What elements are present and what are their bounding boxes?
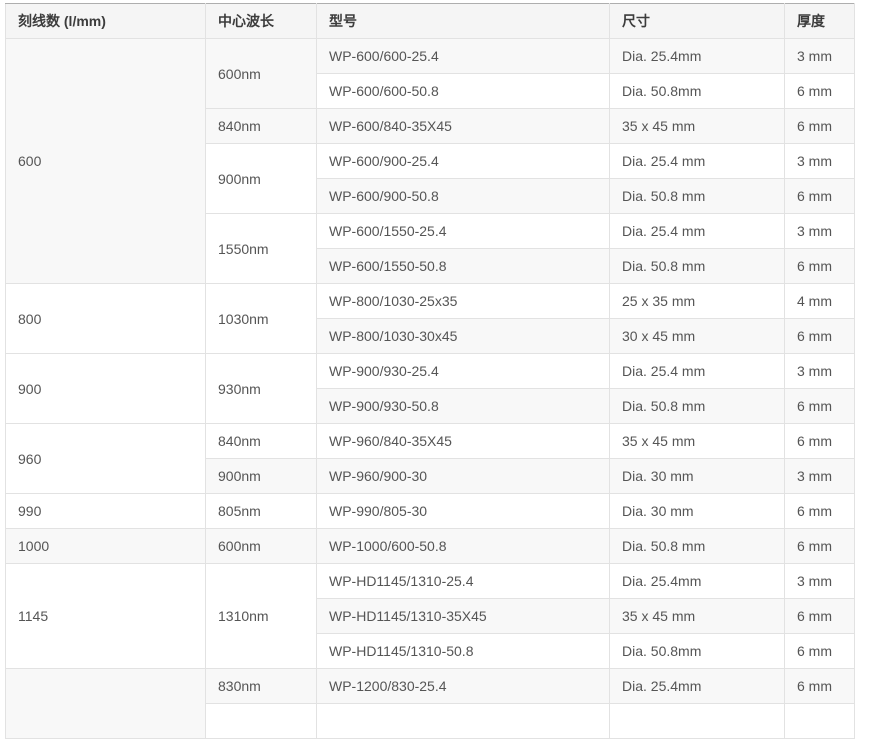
cell-size: Dia. 50.8 mm bbox=[610, 249, 785, 284]
table-row: 600600nmWP-600/600-25.4Dia. 25.4mm3 mm bbox=[6, 39, 855, 74]
cell-thickness: 3 mm bbox=[785, 39, 855, 74]
column-header-lines: 刻线数 (l/mm) bbox=[6, 4, 206, 39]
cell-size: 25 x 35 mm bbox=[610, 284, 785, 319]
cell-model: WP-1000/600-50.8 bbox=[317, 529, 610, 564]
spec-table-container: 刻线数 (l/mm)中心波长型号尺寸厚度 600600nmWP-600/600-… bbox=[0, 0, 871, 739]
grating-spec-table: 刻线数 (l/mm)中心波长型号尺寸厚度 600600nmWP-600/600-… bbox=[5, 3, 855, 739]
header-row: 刻线数 (l/mm)中心波长型号尺寸厚度 bbox=[6, 4, 855, 39]
cell-thickness: 3 mm bbox=[785, 214, 855, 249]
column-header-wavelength: 中心波长 bbox=[206, 4, 317, 39]
cell-size: Dia. 30 mm bbox=[610, 459, 785, 494]
cell-size: Dia. 25.4mm bbox=[610, 39, 785, 74]
cell-thickness: 6 mm bbox=[785, 109, 855, 144]
cell-lines: 1145 bbox=[6, 564, 206, 669]
cell-thickness: 6 mm bbox=[785, 634, 855, 669]
cell-model: WP-HD1145/1310-50.8 bbox=[317, 634, 610, 669]
cell-wavelength: 840nm bbox=[206, 109, 317, 144]
cell-thickness: 3 mm bbox=[785, 354, 855, 389]
cell-lines: 600 bbox=[6, 39, 206, 284]
cell-thickness: 3 mm bbox=[785, 144, 855, 179]
cell-thickness: 6 mm bbox=[785, 249, 855, 284]
cell-wavelength: 1030nm bbox=[206, 284, 317, 354]
cell-thickness: 3 mm bbox=[785, 564, 855, 599]
table-row: 900930nmWP-900/930-25.4Dia. 25.4 mm3 mm bbox=[6, 354, 855, 389]
cell-model: WP-HD1145/1310-35X45 bbox=[317, 599, 610, 634]
cell-size: Dia. 50.8mm bbox=[610, 634, 785, 669]
cell-size: Dia. 25.4mm bbox=[610, 564, 785, 599]
column-header-size: 尺寸 bbox=[610, 4, 785, 39]
cell-model: WP-1200/830-25.4 bbox=[317, 669, 610, 704]
cell-thickness: 3 mm bbox=[785, 459, 855, 494]
cell-size: Dia. 25.4mm bbox=[610, 669, 785, 704]
cell-size: Dia. 25.4 mm bbox=[610, 214, 785, 249]
cell-thickness: 6 mm bbox=[785, 74, 855, 109]
cell-wavelength: 830nm bbox=[206, 669, 317, 704]
cell-size: 35 x 45 mm bbox=[610, 424, 785, 459]
cell-model: WP-990/805-30 bbox=[317, 494, 610, 529]
cell-model: WP-600/600-50.8 bbox=[317, 74, 610, 109]
cell-lines: 800 bbox=[6, 284, 206, 354]
cell-thickness: 6 mm bbox=[785, 669, 855, 704]
cell-size: Dia. 25.4 mm bbox=[610, 144, 785, 179]
cell-model: WP-600/900-25.4 bbox=[317, 144, 610, 179]
cell-thickness: 6 mm bbox=[785, 179, 855, 214]
cell-size: Dia. 50.8 mm bbox=[610, 529, 785, 564]
cell-size: Dia. 30 mm bbox=[610, 494, 785, 529]
table-row: 830nmWP-1200/830-25.4Dia. 25.4mm6 mm bbox=[6, 669, 855, 704]
cell-model: WP-600/840-35X45 bbox=[317, 109, 610, 144]
column-header-model: 型号 bbox=[317, 4, 610, 39]
cell-thickness: 6 mm bbox=[785, 599, 855, 634]
cell-wavelength: 600nm bbox=[206, 529, 317, 564]
cell-size: 30 x 45 mm bbox=[610, 319, 785, 354]
cell-wavelength: 840nm bbox=[206, 424, 317, 459]
cell-thickness: 6 mm bbox=[785, 389, 855, 424]
cell-model: WP-900/930-50.8 bbox=[317, 389, 610, 424]
cell-thickness: 6 mm bbox=[785, 529, 855, 564]
cell-size: Dia. 50.8mm bbox=[610, 74, 785, 109]
cell-wavelength: 900nm bbox=[206, 144, 317, 214]
cell-wavelength: 600nm bbox=[206, 39, 317, 109]
cell-wavelength: 1310nm bbox=[206, 564, 317, 669]
table-row: 990805nmWP-990/805-30Dia. 30 mm6 mm bbox=[6, 494, 855, 529]
cell-lines: 990 bbox=[6, 494, 206, 529]
cell-lines bbox=[6, 669, 206, 739]
cell-thickness: 4 mm bbox=[785, 284, 855, 319]
table-body: 600600nmWP-600/600-25.4Dia. 25.4mm3 mmWP… bbox=[6, 39, 855, 739]
table-row: 8001030nmWP-800/1030-25x3525 x 35 mm4 mm bbox=[6, 284, 855, 319]
cell-model: WP-600/600-25.4 bbox=[317, 39, 610, 74]
cell-model: WP-600/1550-25.4 bbox=[317, 214, 610, 249]
cell-model: WP-600/1550-50.8 bbox=[317, 249, 610, 284]
cell-thickness: 6 mm bbox=[785, 424, 855, 459]
cell-wavelength: 805nm bbox=[206, 494, 317, 529]
cell-size: Dia. 50.8 mm bbox=[610, 179, 785, 214]
cell-model: WP-960/900-30 bbox=[317, 459, 610, 494]
cell-wavelength: 930nm bbox=[206, 354, 317, 424]
cell-model: WP-800/1030-30x45 bbox=[317, 319, 610, 354]
cell-lines: 1000 bbox=[6, 529, 206, 564]
cell-size: 35 x 45 mm bbox=[610, 599, 785, 634]
cell-size: Dia. 50.8 mm bbox=[610, 389, 785, 424]
cell-wavelength: 1550nm bbox=[206, 214, 317, 284]
cell-lines: 960 bbox=[6, 424, 206, 494]
cell-wavelength: 900nm bbox=[206, 459, 317, 494]
table-row: 960840nmWP-960/840-35X4535 x 45 mm6 mm bbox=[6, 424, 855, 459]
cell-size: 35 x 45 mm bbox=[610, 109, 785, 144]
cell-lines: 900 bbox=[6, 354, 206, 424]
cell-model: WP-HD1145/1310-25.4 bbox=[317, 564, 610, 599]
cell-model: WP-960/840-35X45 bbox=[317, 424, 610, 459]
cell-size: Dia. 25.4 mm bbox=[610, 354, 785, 389]
table-row: 1000600nmWP-1000/600-50.8Dia. 50.8 mm6 m… bbox=[6, 529, 855, 564]
cell-model: WP-800/1030-25x35 bbox=[317, 284, 610, 319]
cell-thickness: 6 mm bbox=[785, 494, 855, 529]
cell-model: WP-600/900-50.8 bbox=[317, 179, 610, 214]
cell-thickness: 6 mm bbox=[785, 319, 855, 354]
table-row: 11451310nmWP-HD1145/1310-25.4Dia. 25.4mm… bbox=[6, 564, 855, 599]
column-header-thickness: 厚度 bbox=[785, 4, 855, 39]
cell-model: WP-900/930-25.4 bbox=[317, 354, 610, 389]
